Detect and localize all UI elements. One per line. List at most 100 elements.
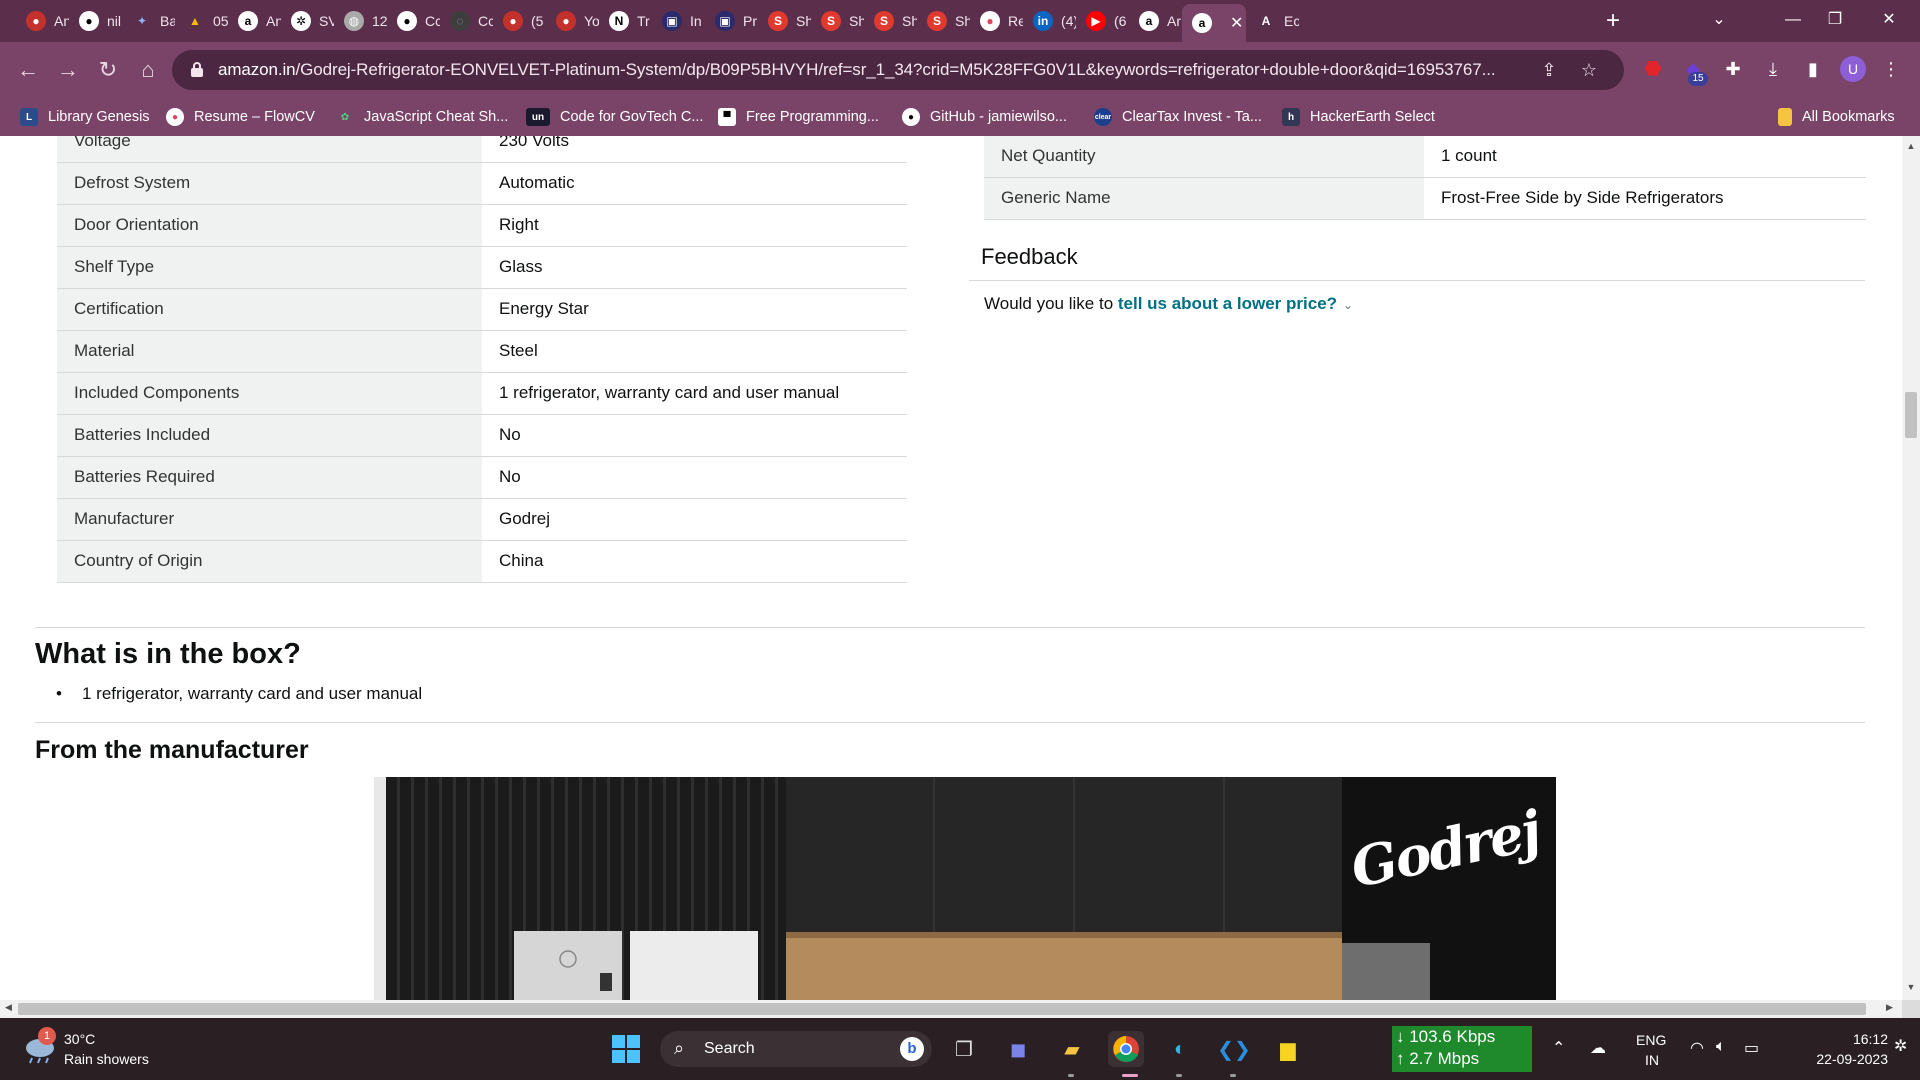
all-bookmarks[interactable]: . All Bookmarks	[1778, 107, 1895, 127]
sticky-notes-icon[interactable]: ▆	[1270, 1031, 1306, 1067]
scroll-thumb[interactable]	[18, 1003, 1866, 1015]
browser-tab[interactable]: S Sh	[864, 6, 917, 36]
bullet: •	[56, 684, 62, 703]
new-tab-button[interactable]: +	[1598, 6, 1628, 36]
scroll-left-icon[interactable]: ◀	[5, 1002, 12, 1013]
bookmark-cleartax[interactable]: clear ClearTax Invest - Ta...	[1094, 107, 1262, 127]
reload-icon[interactable]: ↻	[94, 56, 122, 84]
spec-label: Door Orientation	[57, 204, 482, 247]
temperature[interactable]: 30°C	[64, 1031, 95, 1047]
table-row: Material Steel	[57, 330, 907, 373]
browser-tab[interactable]: ✲ SV	[281, 6, 334, 36]
browser-tab[interactable]: ▶ (6	[1076, 6, 1129, 36]
file-explorer-icon[interactable]: ▰	[1054, 1031, 1090, 1067]
bookmark-govtech[interactable]: un Code for GovTech C...	[526, 107, 703, 127]
back-icon[interactable]: ←	[14, 56, 42, 84]
windows-start-icon[interactable]	[608, 1031, 644, 1067]
browser-tab[interactable]: ● Yo	[546, 6, 599, 36]
share-icon[interactable]: ⇪	[1538, 59, 1560, 81]
wifi-icon[interactable]: ◠	[1690, 1038, 1704, 1058]
table-row: Shelf Type Glass	[57, 246, 907, 289]
onedrive-cloud-icon[interactable]: ☁	[1590, 1038, 1606, 1058]
region-indicator[interactable]: IN	[1645, 1052, 1659, 1068]
teams-chat-icon[interactable]: ◼	[1000, 1031, 1036, 1067]
browser-tab[interactable]: ● Re	[970, 6, 1023, 36]
bookmark-js-cheatsheet[interactable]: ✿ JavaScript Cheat Sh...	[336, 107, 508, 127]
windows-taskbar: 1 30°C Rain showers ⌕ Search b ❐ ◼ ▰ ◐ ❮…	[0, 1018, 1920, 1080]
network-speed-meter[interactable]: ↓ 103.6 Kbps ↑ 2.7 Mbps	[1392, 1026, 1532, 1072]
close-tab-icon[interactable]: ✕	[1230, 13, 1243, 33]
clock-date[interactable]: 22-09-2023	[1788, 1051, 1888, 1067]
browser-tab[interactable]: A Ec	[1246, 6, 1299, 36]
chevron-up-icon[interactable]: ⌃	[1552, 1038, 1565, 1058]
browser-tab[interactable]: a An	[228, 6, 281, 36]
browser-tab[interactable]: ✦ Ba	[122, 6, 175, 36]
browser-tab[interactable]: ▣ Pr	[705, 6, 758, 36]
active-indicator	[1122, 1074, 1138, 1077]
scroll-thumb[interactable]	[1905, 392, 1917, 438]
restore-button[interactable]: ❐	[1812, 0, 1858, 40]
adblock-extension-icon[interactable]: ⬣	[1640, 56, 1666, 82]
forward-icon[interactable]: →	[54, 56, 82, 84]
browser-tab[interactable]: ● nil	[69, 6, 122, 36]
battery-icon[interactable]: ▭	[1744, 1038, 1759, 1058]
spec-label: Batteries Required	[57, 456, 482, 499]
task-view-icon[interactable]: ❐	[946, 1031, 982, 1067]
bookmark-github[interactable]: ● GitHub - jamiewilso...	[902, 107, 1067, 127]
browser-tab[interactable]: ◌ Cc	[440, 6, 493, 36]
google-drive-icon: ▲	[189, 14, 201, 28]
browser-tab[interactable]: S Sh	[811, 6, 864, 36]
tab-search-chevron-icon[interactable]: ⌄	[1696, 0, 1742, 40]
home-icon[interactable]: ⌂	[134, 56, 162, 84]
notification-icon[interactable]: ✲	[1894, 1036, 1907, 1056]
lower-price-link[interactable]: tell us about a lower price?	[1118, 294, 1337, 313]
bookmark-hackerearth[interactable]: h HackerEarth Select	[1282, 107, 1435, 127]
feedback-prompt: Would you like to tell us about a lower …	[984, 294, 1354, 313]
vscode-icon[interactable]: ❮❯	[1216, 1031, 1252, 1067]
browser-tab[interactable]: ● (5	[493, 6, 546, 36]
more-menu-icon[interactable]: ⋮	[1878, 56, 1904, 82]
vertical-scrollbar[interactable]: ▲ ▼	[1902, 136, 1920, 1000]
browser-tab[interactable]: ◍ 12	[334, 6, 387, 36]
volume-icon[interactable]: 🔈︎	[1716, 1038, 1726, 1056]
bookmark-star-icon[interactable]: ☆	[1578, 59, 1600, 81]
browser-tab[interactable]: S Sh	[917, 6, 970, 36]
browser-tab[interactable]: S Sh	[758, 6, 811, 36]
from-manufacturer-heading: From the manufacturer	[35, 736, 309, 764]
horizontal-scrollbar[interactable]: ◀ ▶	[0, 1000, 1902, 1018]
bookmark-flowcv[interactable]: ● Resume – FlowCV	[166, 107, 315, 127]
download-icon[interactable]: ⤓	[1760, 56, 1786, 82]
scroll-down-icon[interactable]: ▼	[1902, 982, 1920, 992]
url-text[interactable]: amazon.in/Godrej-Refrigerator-EONVELVET-…	[218, 60, 1518, 80]
tab-title: Sh	[796, 13, 811, 29]
weather-condition[interactable]: Rain showers	[64, 1051, 149, 1067]
bookmark-library-genesis[interactable]: L Library Genesis	[20, 107, 150, 127]
youtube-icon: ▶	[1086, 11, 1106, 31]
minimize-button[interactable]: —	[1770, 0, 1816, 40]
bookmark-free-programming[interactable]: ▀ Free Programming...	[718, 107, 879, 127]
browser-tab[interactable]: a Ar	[1129, 6, 1182, 36]
browser-tab[interactable]: in (4)	[1023, 6, 1076, 36]
close-window-button[interactable]: ✕	[1866, 0, 1912, 40]
bing-icon[interactable]: b	[900, 1037, 924, 1061]
taskbar-search[interactable]: ⌕ Search b	[660, 1031, 932, 1067]
language-indicator[interactable]: ENG	[1636, 1032, 1666, 1048]
spec-value: No	[482, 414, 907, 457]
browser-tab[interactable]: ● An	[16, 6, 69, 36]
clock-time[interactable]: 16:12	[1832, 1031, 1888, 1047]
lock-icon[interactable]	[190, 61, 204, 77]
edge-icon[interactable]: ◐	[1162, 1031, 1198, 1067]
browser-tab[interactable]: ● Cc	[387, 6, 440, 36]
sidepanel-icon[interactable]: ▮	[1800, 56, 1826, 82]
browser-tab[interactable]: ▲ 05	[175, 6, 228, 36]
browser-tab[interactable]: N Tr	[599, 6, 652, 36]
chrome-icon[interactable]	[1108, 1031, 1144, 1067]
puzzle-extensions-icon[interactable]: ✚	[1720, 56, 1746, 82]
scroll-up-icon[interactable]: ▲	[1902, 141, 1920, 151]
chevron-down-icon[interactable]: ⌄	[1343, 298, 1353, 312]
scroll-right-icon[interactable]: ▶	[1886, 1002, 1893, 1013]
profile-avatar[interactable]: U	[1840, 56, 1866, 82]
browser-tab[interactable]: ▣ In	[652, 6, 705, 36]
browser-tab[interactable]: a ✕	[1182, 4, 1246, 42]
address-bar[interactable]: amazon.in/Godrej-Refrigerator-EONVELVET-…	[172, 50, 1624, 90]
